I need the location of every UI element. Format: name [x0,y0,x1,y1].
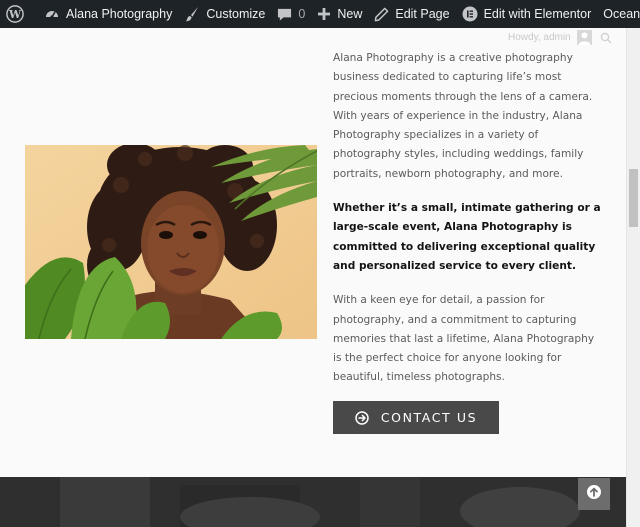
about-paragraph-1: Alana Photography is a creative photogra… [333,52,593,180]
site-name-link[interactable]: Alana Photography [38,0,178,28]
theme-label: OceanWP [603,7,640,21]
pencil-icon [374,7,389,22]
comment-bubble-icon [277,7,292,22]
lower-section-background [0,477,626,527]
search-icon[interactable] [600,32,612,44]
new-label: New [337,7,363,21]
comments-link[interactable]: 0 [271,0,311,28]
user-greeting[interactable]: Howdy, admin [508,32,571,43]
dashboard-icon [44,6,60,22]
wordpress-logo-icon: W [6,5,24,23]
edit-page-label: Edit Page [395,7,450,21]
comments-count: 0 [298,7,306,21]
about-paragraph-2: Whether it’s a small, intimate gathering… [333,202,601,272]
site-name-label: Alana Photography [66,7,173,21]
paintbrush-icon [184,6,200,22]
user-bar: Howdy, admin [508,30,612,45]
about-text: Alana Photography is a creative photogra… [333,49,603,403]
new-content-link[interactable]: New [311,0,368,28]
theme-link[interactable]: OceanWP [597,0,640,28]
svg-text:W: W [8,8,22,21]
arrow-circle-right-icon [355,410,369,425]
contact-us-label: CONTACT US [380,410,478,425]
customize-label: Customize [206,7,266,21]
arrow-circle-up-icon [586,484,602,504]
edit-with-elementor-label: Edit with Elementor [483,7,592,21]
admin-bar: W Alana Photography Customize 0 New Edit… [0,0,640,28]
plus-icon [317,7,331,21]
edit-page-link[interactable]: Edit Page [368,0,455,28]
portrait-photo [25,145,317,339]
contact-us-button[interactable]: CONTACT US [333,401,499,434]
wordpress-menu[interactable]: W [0,0,38,28]
scrollbar-thumb[interactable] [629,169,638,227]
page-scrollbar[interactable] [626,28,640,527]
customize-link[interactable]: Customize [178,0,271,28]
back-to-top-button[interactable] [578,478,610,510]
avatar[interactable] [576,30,592,45]
elementor-icon [462,6,478,22]
edit-with-elementor-link[interactable]: Edit with Elementor [456,0,598,28]
about-paragraph-3: With a keen eye for detail, a passion fo… [333,294,595,384]
